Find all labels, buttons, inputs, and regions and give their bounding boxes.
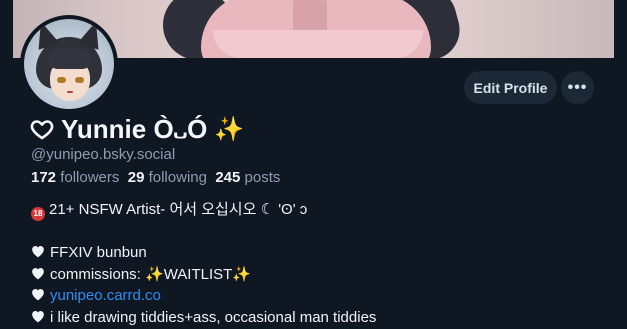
display-name: Yunnie Ò᎑Ó ✨ xyxy=(30,112,244,146)
avatar-image xyxy=(24,19,114,109)
bio-line-1-text: 21+ NSFW Artist- 어서 오십시오 ☾ 'ʘ' ↄ xyxy=(49,201,308,218)
more-options-button[interactable]: ••• xyxy=(561,71,594,104)
avatar-bangs xyxy=(48,49,92,69)
bio-line-1: 18 21+ NSFW Artist- 어서 오십시오 ☾ 'ʘ' ↄ xyxy=(31,199,621,221)
bio-line-2-text: FFXIV bunbun xyxy=(50,244,147,262)
18-plus-icon: 18 xyxy=(31,207,45,221)
followers-count: 172 xyxy=(31,169,57,186)
avatar-eye-right xyxy=(75,77,84,83)
posts-count: 245 xyxy=(215,169,241,186)
posts-stat: 245 posts xyxy=(215,169,280,186)
heart-icon xyxy=(32,267,44,280)
banner-figure-lower xyxy=(213,30,423,58)
heart-outline-icon xyxy=(30,120,54,140)
carrd-link[interactable]: yunipeo.carrd.co xyxy=(50,287,161,304)
sparkle-icon: ✨ xyxy=(214,115,245,143)
heart-icon xyxy=(32,246,44,258)
profile-handle: @yunipeo.bsky.social xyxy=(31,146,176,163)
heart-icon xyxy=(32,310,44,323)
followers-link[interactable]: 172 followers xyxy=(31,169,119,186)
profile-stats: 172 followers 29 following 245 posts xyxy=(31,169,280,186)
ellipsis-icon: ••• xyxy=(567,78,588,96)
following-label: following xyxy=(148,169,207,186)
bio-line-5: i like drawing tiddies+ass, occasional m… xyxy=(31,307,621,329)
posts-label: posts xyxy=(244,169,281,186)
bio-line-3-text: commissions: ✨WAITLIST✨ xyxy=(50,265,251,283)
following-link[interactable]: 29 following xyxy=(128,169,207,186)
followers-label: followers xyxy=(60,169,120,186)
bio-line-4: yunipeo.carrd.co xyxy=(31,285,621,307)
bio-line-3: commissions: ✨WAITLIST✨ xyxy=(31,264,621,286)
bio-blank-line xyxy=(31,221,621,243)
bio-line-5-text: i like drawing tiddies+ass, occasional m… xyxy=(50,308,377,326)
bio-line-2: FFXIV bunbun xyxy=(31,242,621,264)
avatar-mouth xyxy=(67,91,73,93)
avatar[interactable] xyxy=(20,15,118,113)
avatar-eye-left xyxy=(57,77,66,83)
profile-bio: 18 21+ NSFW Artist- 어서 오십시오 ☾ 'ʘ' ↄ FFXIV… xyxy=(31,199,621,329)
following-count: 29 xyxy=(127,169,145,186)
display-name-text: Yunnie Ò᎑Ó xyxy=(61,113,208,144)
edit-profile-button[interactable]: Edit Profile xyxy=(464,71,557,104)
heart-icon xyxy=(32,289,44,301)
